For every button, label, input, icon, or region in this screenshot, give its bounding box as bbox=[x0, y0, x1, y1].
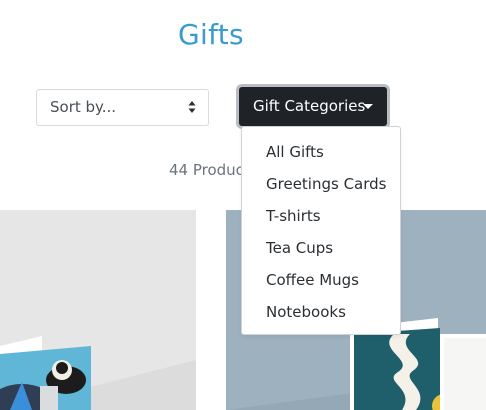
sort-arrows-icon bbox=[188, 101, 196, 113]
dropdown-item-greetings-cards[interactable]: Greetings Cards bbox=[242, 168, 400, 200]
dropdown-item-t-shirts[interactable]: T-shirts bbox=[242, 200, 400, 232]
dropdown-item-all-gifts[interactable]: All Gifts bbox=[242, 136, 400, 168]
dropdown-item-notebooks[interactable]: Notebooks bbox=[242, 296, 400, 328]
product-count: 44 Product bbox=[169, 161, 250, 179]
caret-down-icon bbox=[363, 104, 373, 109]
sort-select[interactable]: Sort by... bbox=[36, 89, 209, 126]
sort-select-value: Sort by... bbox=[50, 98, 117, 116]
product-card-image[interactable] bbox=[0, 210, 196, 410]
gift-categories-button[interactable]: Gift Categories bbox=[239, 87, 387, 126]
gift-categories-dropdown: All Gifts Greetings Cards T-shirts Tea C… bbox=[241, 126, 401, 335]
gift-categories-label: Gift Categories bbox=[253, 97, 366, 115]
dropdown-item-tea-cups[interactable]: Tea Cups bbox=[242, 232, 400, 264]
dropdown-item-coffee-mugs[interactable]: Coffee Mugs bbox=[242, 264, 400, 296]
page-title: Gifts bbox=[178, 18, 244, 51]
greeting-card-illustration bbox=[0, 210, 196, 410]
